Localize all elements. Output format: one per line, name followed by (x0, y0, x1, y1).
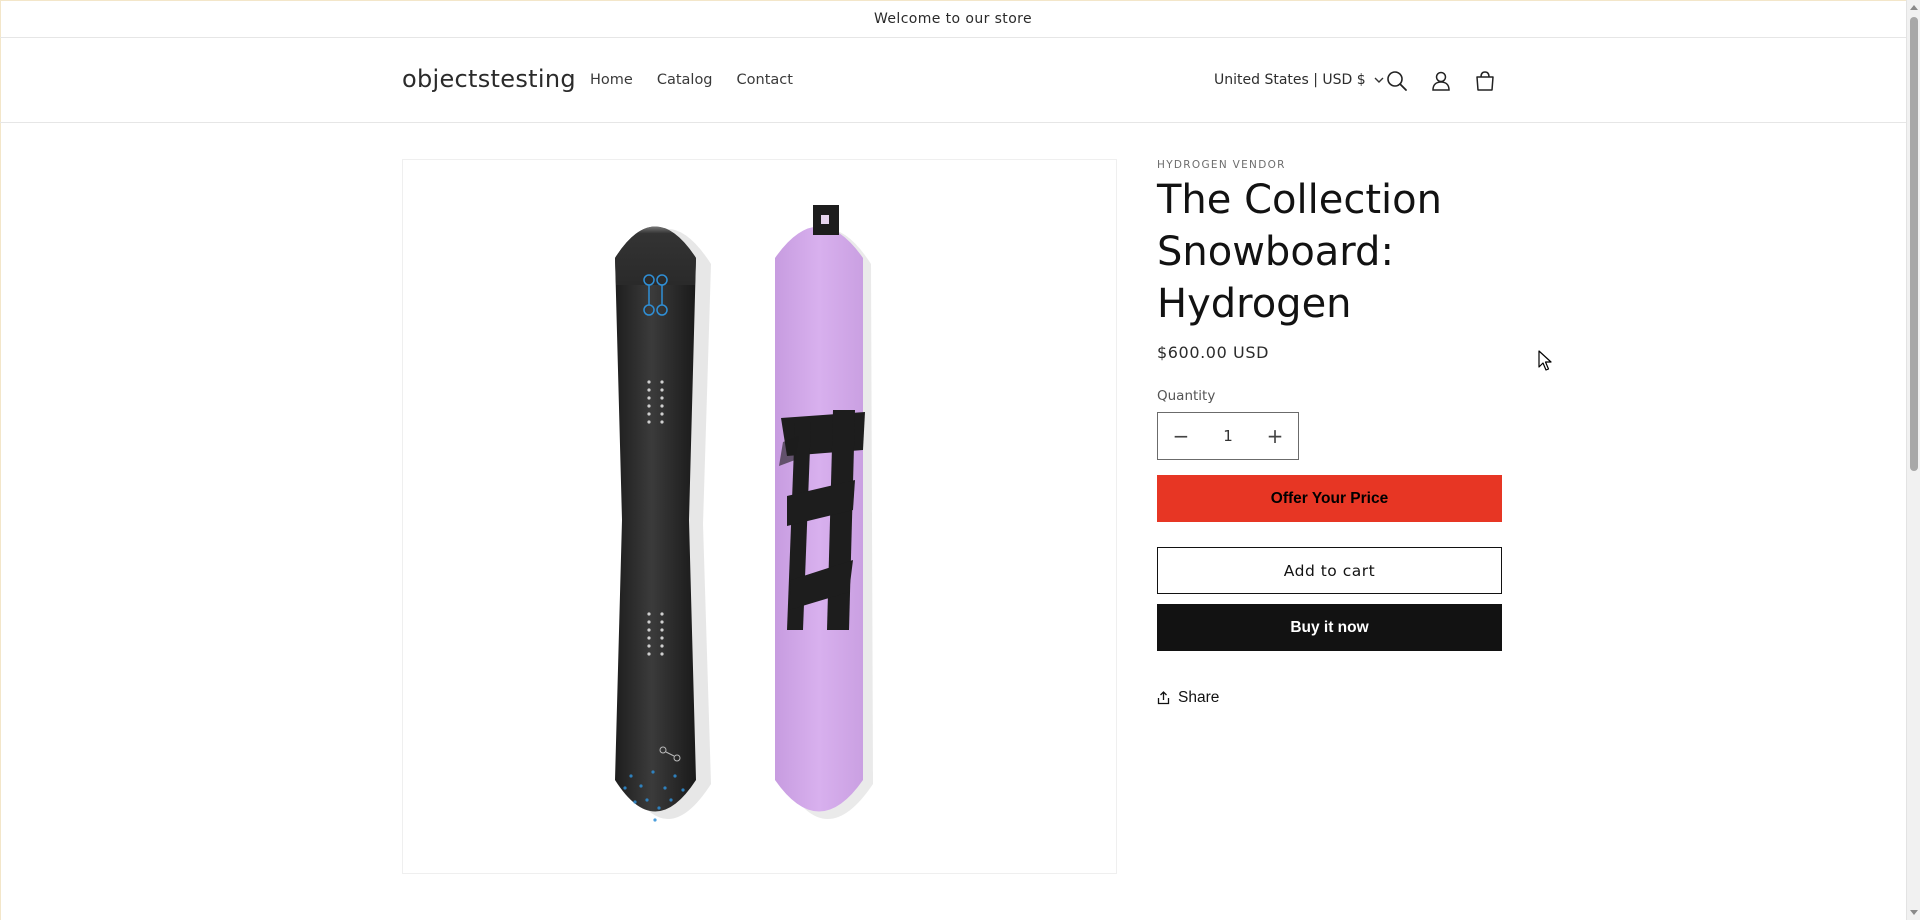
site-header: objectstesting Home Catalog Contact Unit… (0, 39, 1906, 123)
share-button[interactable]: Share (1157, 689, 1219, 707)
scrollbar-thumb[interactable] (1910, 17, 1918, 471)
product-price: $600.00 USD (1157, 343, 1270, 362)
store-logo[interactable]: objectstesting (402, 65, 576, 93)
snowboard-image (615, 205, 873, 822)
announcement-text: Welcome to our store (873, 10, 1033, 27)
nav-item-catalog[interactable]: Catalog (657, 72, 713, 88)
quantity-stepper: − 1 + (1157, 412, 1299, 460)
nav-item-home[interactable]: Home (590, 72, 633, 88)
offer-price-label: Offer Your Price (1270, 489, 1389, 507)
dark-snowboard (615, 226, 696, 812)
country-currency-selector[interactable]: United States | USD $ (1214, 72, 1384, 88)
product-title: The Collection Snowboard: Hydrogen (1157, 177, 1442, 327)
quantity-input[interactable]: 1 (1204, 427, 1252, 445)
add-to-cart-button[interactable]: Add to cart (1157, 547, 1502, 594)
announcement-bar: Welcome to our store (0, 0, 1906, 38)
share-icon (1157, 691, 1170, 705)
quantity-increase-button[interactable]: + (1252, 413, 1298, 459)
offer-price-button[interactable]: Offer Your Price (1157, 475, 1502, 522)
add-to-cart-label: Add to cart (1283, 561, 1376, 580)
share-label: Share (1178, 689, 1220, 706)
account-icon[interactable] (1428, 68, 1454, 94)
mouse-cursor-icon (1538, 350, 1552, 371)
search-icon[interactable] (1384, 68, 1410, 94)
buy-now-label: Buy it now (1290, 618, 1369, 636)
cart-icon[interactable] (1472, 68, 1498, 94)
product-vendor: HYDROGEN VENDOR (1157, 159, 1286, 171)
product-image[interactable] (402, 159, 1117, 874)
quantity-decrease-button[interactable]: − (1158, 413, 1204, 459)
nav-item-contact[interactable]: Contact (737, 72, 793, 88)
buy-now-button[interactable]: Buy it now (1157, 604, 1502, 651)
page-scrollbar[interactable] (1906, 0, 1920, 920)
scroll-down-arrow-icon[interactable] (1910, 910, 1918, 915)
chevron-down-icon (1374, 77, 1384, 83)
quantity-label: Quantity (1157, 388, 1216, 404)
main-nav: Home Catalog Contact (590, 72, 793, 88)
scroll-up-arrow-icon[interactable] (1910, 5, 1918, 10)
locale-label: United States | USD $ (1214, 72, 1366, 88)
